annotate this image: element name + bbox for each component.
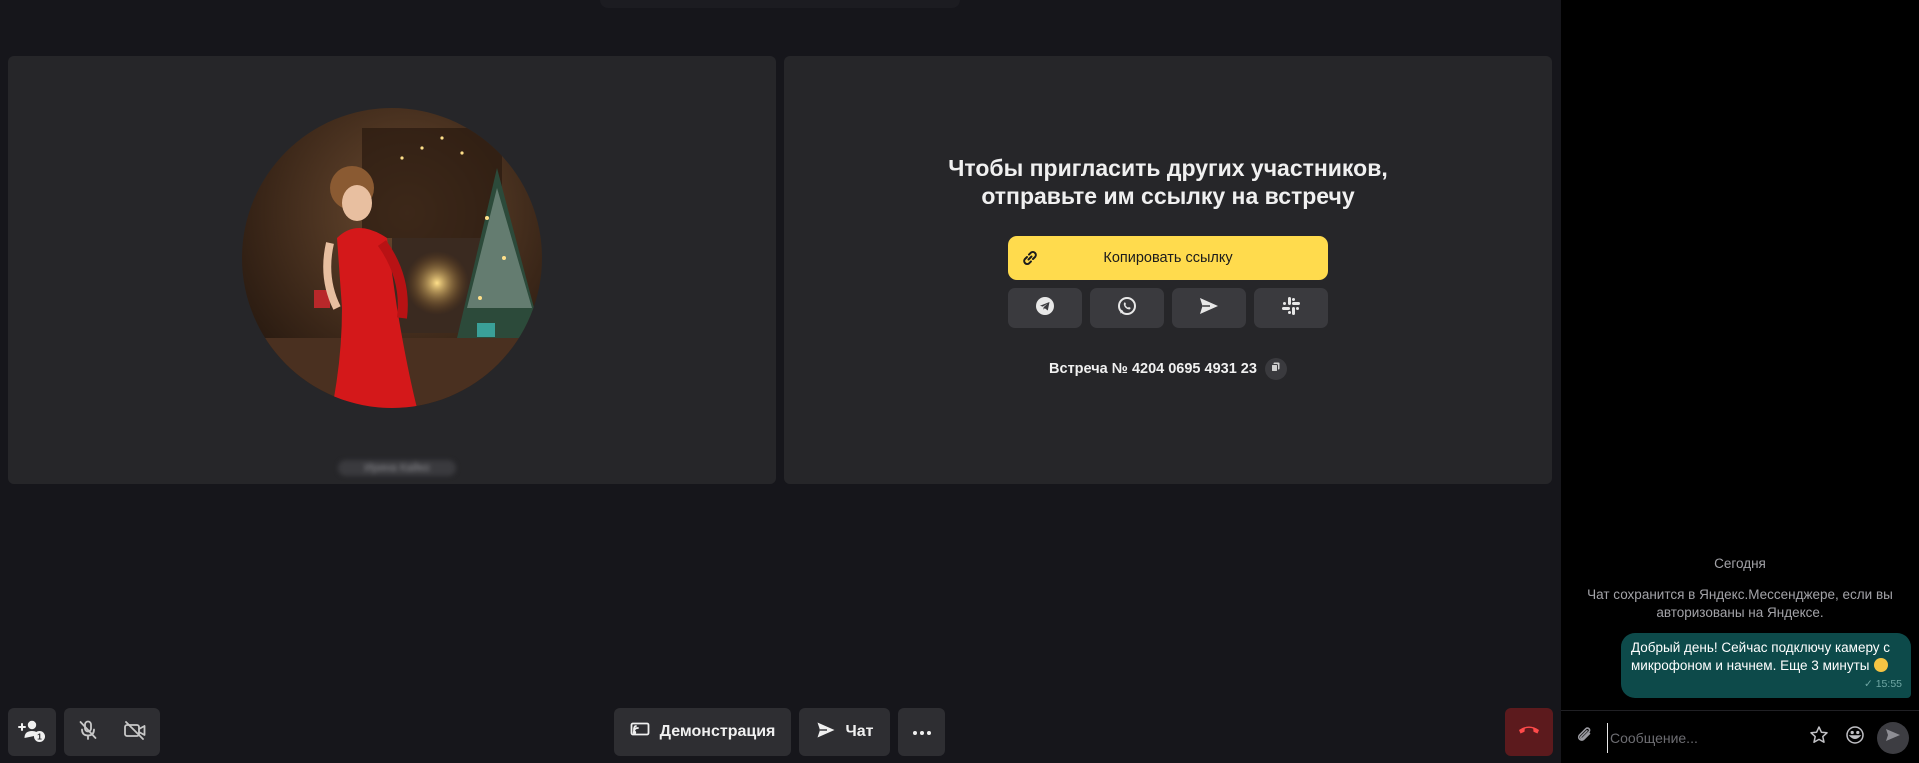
chat-message-text: Добрый день! Сейчас подключу камеру с ми…: [1631, 640, 1891, 673]
copy-meeting-id-button[interactable]: [1264, 358, 1287, 380]
share-send-button[interactable]: [1172, 288, 1246, 328]
send-message-button[interactable]: [1877, 721, 1909, 754]
invite-title-line1: Чтобы пригласить других участников,: [948, 155, 1388, 181]
whatsapp-icon: [1117, 296, 1137, 321]
message-timestamp: ✓ 15:55: [1864, 675, 1902, 693]
chat-date-separator: Сегодня: [1714, 556, 1766, 571]
emoji-icon: [1845, 725, 1865, 750]
more-dots-icon: [912, 723, 932, 741]
link-icon: [1020, 248, 1040, 268]
screen-share-label: Демонстрация: [659, 723, 776, 740]
screen-share-button[interactable]: Демонстрация: [614, 708, 791, 756]
chat-button[interactable]: Чат: [799, 708, 890, 756]
copy-link-label: Копировать ссылку: [1103, 250, 1233, 266]
more-options-button[interactable]: [898, 708, 945, 756]
send-arrow-icon: [1885, 728, 1901, 747]
camera-off-icon: [123, 720, 147, 744]
meeting-info: Встреча № 4204 0695 4931 23: [784, 358, 1552, 380]
send-icon: [1198, 296, 1220, 321]
invite-title-line2: отправьте им ссылку на встречу: [981, 183, 1355, 209]
smiley-emoji-icon: [1873, 658, 1888, 672]
chat-save-notice: Чат сохранится в Яндекс.Мессенджере, есл…: [1587, 587, 1893, 620]
composer-divider: [1561, 710, 1919, 711]
paperclip-icon: [1575, 725, 1595, 750]
invite-tile: Чтобы пригласить других участников, отпр…: [784, 56, 1552, 484]
camera-toggle[interactable]: [123, 720, 147, 745]
message-input[interactable]: [1607, 722, 1797, 753]
share-options: [1008, 288, 1328, 328]
share-whatsapp-button[interactable]: [1090, 288, 1164, 328]
emoji-button[interactable]: [1841, 724, 1869, 752]
top-handle: [600, 0, 960, 8]
avatar-photo: [242, 108, 542, 408]
chat-send-icon: [816, 721, 836, 744]
message-time: 15:55: [1875, 678, 1902, 690]
telegram-icon: [1035, 296, 1055, 321]
favorite-button[interactable]: [1805, 724, 1833, 752]
copy-icon: [1270, 361, 1282, 377]
message-composer: [1561, 712, 1919, 763]
media-controls: [64, 708, 160, 756]
read-status-check: ✓: [1863, 678, 1873, 690]
slack-icon: [1281, 296, 1301, 321]
chat-label: Чат: [845, 723, 874, 740]
screen-share-icon: [630, 722, 650, 743]
participant-tile: Ирина Кайко: [8, 56, 776, 484]
participant-name-label: Ирина Кайко: [338, 460, 456, 476]
meeting-number: Встреча № 4204 0695 4931 23: [1049, 361, 1257, 377]
share-slack-button[interactable]: [1254, 288, 1328, 328]
invite-title: Чтобы пригласить других участников, отпр…: [784, 154, 1552, 210]
participant-avatar: [242, 108, 542, 408]
end-call-button[interactable]: [1505, 708, 1553, 756]
copy-link-button[interactable]: Копировать ссылку: [1008, 236, 1328, 280]
chat-panel: Сегодня Чат сохранится в Яндекс.Мессендж…: [1561, 0, 1919, 763]
attach-button[interactable]: [1571, 724, 1599, 752]
add-participant-button[interactable]: 1: [8, 708, 56, 756]
hangup-phone-icon: [1517, 723, 1541, 742]
chat-message-bubble: Добрый день! Сейчас подключу камеру с ми…: [1621, 633, 1911, 698]
microphone-toggle[interactable]: [77, 719, 99, 746]
share-telegram-button[interactable]: [1008, 288, 1082, 328]
mic-off-icon: [77, 720, 99, 745]
participant-count-badge: 1: [37, 731, 42, 741]
add-user-icon: 1: [18, 717, 46, 748]
star-icon: [1809, 725, 1829, 750]
